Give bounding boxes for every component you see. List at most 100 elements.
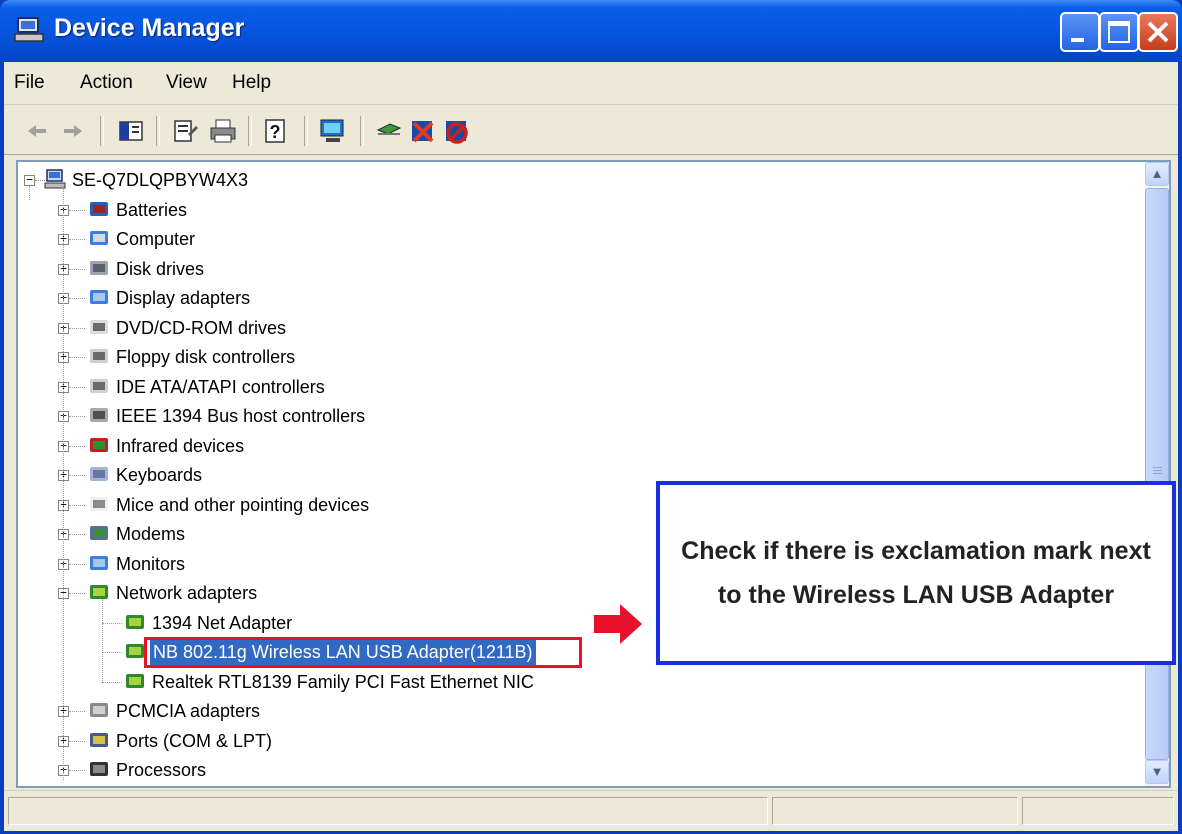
- category-label: DVD/CD-ROM drives: [116, 317, 287, 338]
- monitor-icon: [90, 555, 108, 570]
- category-label: Floppy disk controllers: [116, 347, 296, 367]
- network-adapter-icon: [126, 673, 144, 688]
- tree-connector: [35, 180, 45, 181]
- collapse-toggle[interactable]: −: [24, 174, 35, 186]
- category-label: Computer: [116, 229, 196, 249]
- tree-connector: [69, 563, 85, 565]
- tree-connector: [69, 239, 85, 240]
- category-label: Disk drives: [116, 258, 205, 279]
- scan-hardware-icon[interactable]: [318, 116, 348, 146]
- network-adapter-label: 1394 Net Adapter: [152, 612, 293, 633]
- show-hide-tree-icon[interactable]: [116, 116, 146, 146]
- client-area: File Action View Help ? − SE-Q7DLQPBYW4X3…: [4, 62, 1178, 831]
- menu-bar: File Action View Help: [4, 62, 1178, 105]
- status-panel-3: [1022, 797, 1174, 825]
- pcmcia-icon: [90, 703, 108, 717]
- status-panel-main: [8, 797, 768, 825]
- tree-connector: [69, 386, 85, 388]
- tree-connector: [102, 598, 103, 683]
- category-label: IEEE 1394 Bus host controllers: [116, 406, 366, 426]
- minimize-button[interactable]: [1060, 12, 1100, 52]
- network-adapter-icon: [126, 614, 144, 629]
- ieee1394-icon: [90, 408, 108, 422]
- callout-text: Check if there is exclamation mark next …: [681, 537, 1151, 609]
- category-label: Mice and other pointing devices: [116, 494, 370, 515]
- tree-connector: [69, 445, 85, 447]
- tree-connector: [102, 652, 122, 653]
- network-adapter-label: Realtek RTL8139 Family PCI Fast Ethernet…: [152, 671, 534, 692]
- processor-icon: [90, 762, 108, 776]
- status-panel-2: [772, 797, 1018, 825]
- category-label: Network adapters: [116, 583, 258, 603]
- category-label: Display adapters: [116, 288, 251, 308]
- toolbar-separator: [248, 116, 252, 146]
- scroll-down-button[interactable]: ▼: [1145, 760, 1169, 784]
- tree-connector: [69, 740, 85, 742]
- tree-connector: [69, 534, 85, 535]
- help-icon[interactable]: ?: [262, 116, 292, 146]
- vertical-scrollbar[interactable]: ▲ ▼: [1145, 162, 1169, 786]
- close-button[interactable]: [1138, 12, 1178, 52]
- menu-file[interactable]: File: [14, 72, 45, 94]
- category-label: Monitors: [116, 553, 186, 574]
- uninstall-device-icon[interactable]: [442, 116, 472, 146]
- category-label: Infrared devices: [116, 435, 245, 456]
- tree-root-label: SE-Q7DLQPBYW4X3: [72, 170, 249, 190]
- tree-connector: [69, 209, 85, 211]
- battery-icon: [90, 201, 108, 216]
- menu-action[interactable]: Action: [80, 72, 133, 94]
- maximize-button[interactable]: [1099, 12, 1139, 52]
- tree-connector: [63, 185, 64, 780]
- title-bar[interactable]: Device Manager: [0, 0, 1182, 62]
- category-label: IDE ATA/ATAPI controllers: [116, 376, 325, 397]
- tree-connector: [29, 186, 30, 200]
- tree-connector: [69, 504, 85, 506]
- device-tree[interactable]: − SE-Q7DLQPBYW4X3 + Batteries + Computer + Disk…: [16, 160, 1171, 788]
- maximize-icon: [1108, 21, 1130, 43]
- computer-icon: [90, 231, 108, 245]
- category-label: Modems: [116, 524, 186, 544]
- disk-drive-icon: [90, 260, 108, 275]
- toolbar-separator: [304, 116, 308, 146]
- tree-connector: [69, 357, 85, 358]
- category-label: Processors: [116, 760, 207, 780]
- network-adapter-icon: [126, 644, 144, 658]
- infrared-icon: [90, 437, 108, 452]
- properties-icon[interactable]: [170, 116, 200, 146]
- menu-help[interactable]: Help: [232, 72, 271, 94]
- category-label: Keyboards: [116, 465, 203, 485]
- scroll-thumb[interactable]: [1145, 188, 1169, 760]
- minimize-icon: [1071, 38, 1084, 42]
- update-driver-icon[interactable]: [374, 116, 404, 146]
- thumb-grip: [1153, 473, 1162, 474]
- tree-connector: [102, 681, 122, 683]
- menu-view[interactable]: View: [166, 72, 207, 94]
- print-icon[interactable]: [208, 116, 238, 146]
- tree-connector: [102, 622, 122, 624]
- device-manager-window: Device Manager File Action View Help ? −…: [0, 0, 1182, 834]
- tree-connector: [69, 268, 85, 270]
- tree-connector: [69, 711, 85, 712]
- category-label: PCMCIA adapters: [116, 701, 261, 721]
- tree-connector: [69, 416, 85, 417]
- thumb-grip: [1153, 470, 1162, 471]
- close-icon: [1147, 21, 1169, 43]
- toolbar-separator: [100, 116, 104, 146]
- toolbar-separator: [156, 116, 160, 146]
- toolbar-separator: [360, 116, 364, 146]
- ide-controller-icon: [90, 378, 108, 393]
- disable-device-icon[interactable]: [408, 116, 438, 146]
- back-arrow-icon[interactable]: [22, 116, 52, 146]
- red-arrow-icon: [594, 604, 642, 644]
- network-adapter-icon: [90, 585, 108, 599]
- highlight-box: [144, 637, 582, 668]
- modem-icon: [90, 526, 108, 540]
- port-icon: [90, 732, 108, 747]
- tree-connector: [69, 327, 85, 329]
- category-label: Ports (COM & LPT): [116, 730, 273, 751]
- scroll-up-button[interactable]: ▲: [1145, 162, 1169, 186]
- status-bar: [4, 790, 1178, 831]
- keyboard-icon: [90, 467, 108, 481]
- forward-arrow-icon[interactable]: [58, 116, 88, 146]
- mouse-icon: [90, 496, 108, 511]
